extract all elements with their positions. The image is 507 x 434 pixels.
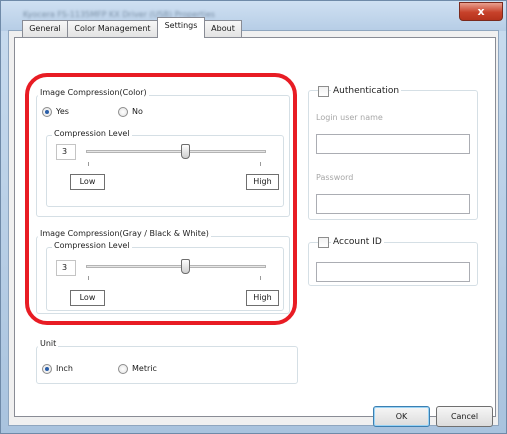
password-field[interactable] [316,194,470,214]
tab-about-label: About [211,24,235,33]
unit-group [36,346,298,384]
unit-metric-label: Metric [132,364,157,373]
account-id-checkbox[interactable] [318,237,329,248]
unit-title: Unit [38,339,59,348]
account-id-label: Account ID [331,237,384,247]
unit-inch-radio[interactable] [42,364,52,374]
tab-settings[interactable]: Settings [157,17,205,38]
tab-general-label: General [29,24,61,33]
unit-metric-radio[interactable] [118,364,128,374]
authentication-checkbox[interactable] [318,86,329,97]
unit-inch-label: Inch [56,364,73,373]
close-icon: x [477,5,485,18]
highlight-annotation [25,73,297,325]
tab-color-management-label: Color Management [74,24,151,33]
close-button[interactable]: x [459,2,503,21]
password-label: Password [316,173,354,182]
authentication-label: Authentication [331,86,402,96]
tab-color-management[interactable]: Color Management [67,20,158,37]
tab-about[interactable]: About [204,20,242,37]
account-id-field[interactable] [316,262,470,282]
tab-settings-label: Settings [164,21,198,30]
ok-button[interactable]: OK [373,406,430,427]
login-user-name-field[interactable] [316,134,470,154]
tab-general[interactable]: General [22,20,68,37]
cancel-button[interactable]: Cancel [436,406,493,427]
login-user-name-label: Login user name [316,113,383,122]
